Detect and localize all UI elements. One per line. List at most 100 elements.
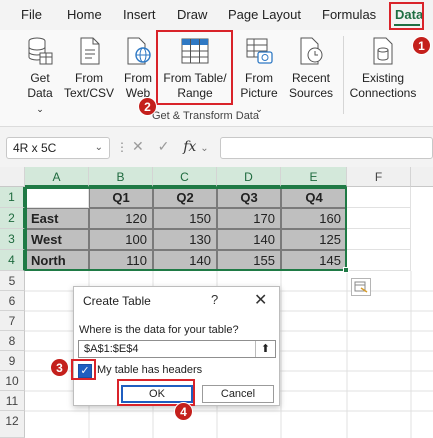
recent-sources-label-2: Sources: [288, 86, 334, 100]
row-header-3[interactable]: 3: [0, 229, 25, 250]
insert-function-icon[interactable]: fx: [183, 139, 196, 155]
select-all-corner[interactable]: [0, 167, 25, 187]
cell-c4[interactable]: 140: [153, 250, 217, 271]
highlight-headers-checkbox: [71, 359, 96, 380]
database-icon: [28, 37, 53, 65]
step-badge-2: 2: [138, 97, 157, 116]
cell-f2[interactable]: [347, 208, 411, 229]
cell-f1[interactable]: [347, 187, 411, 208]
highlight-from-table-range: [156, 30, 233, 105]
name-box-value: 4R x 5C: [13, 141, 57, 155]
connections-icon: [373, 37, 393, 65]
cancel-button[interactable]: Cancel: [202, 385, 274, 403]
ribbon-separator: [343, 36, 344, 114]
column-header-f[interactable]: F: [347, 167, 411, 187]
from-text-csv-button[interactable]: From Text/CSV: [64, 36, 114, 101]
close-icon[interactable]: ✕: [254, 290, 267, 310]
step-badge-1: 1: [412, 36, 431, 55]
web-page-icon: [127, 37, 151, 65]
formula-bar: 4R x 5C ⌄ ⋮ ✕ ✓ fx ⌄: [0, 127, 433, 167]
cell-d2[interactable]: 170: [217, 208, 281, 229]
step-badge-4: 4: [174, 402, 193, 421]
headers-checkbox-label[interactable]: My table has headers: [97, 364, 202, 376]
recent-sources-icon: [300, 37, 323, 65]
column-header-e[interactable]: E: [281, 167, 347, 187]
cell-c2[interactable]: 150: [153, 208, 217, 229]
tab-file[interactable]: File: [21, 7, 42, 22]
text-file-icon: [80, 37, 100, 65]
cell-b1[interactable]: Q1: [89, 187, 153, 208]
dialog-title: Create Table: [83, 294, 151, 308]
cell-a3[interactable]: West: [25, 229, 89, 250]
cell-c1[interactable]: Q2: [153, 187, 217, 208]
collapse-dialog-icon[interactable]: ⬆: [255, 341, 275, 357]
get-data-label-1: Get: [30, 71, 50, 85]
cell-f4[interactable]: [347, 250, 411, 271]
get-data-button[interactable]: Get Data ⌄: [22, 36, 58, 117]
get-data-label-2: Data: [27, 86, 53, 100]
quick-analysis-icon[interactable]: [351, 278, 371, 296]
row-header-1[interactable]: 1: [0, 187, 25, 208]
cell-f3[interactable]: [347, 229, 411, 250]
column-header-g[interactable]: [411, 167, 433, 187]
cell-e1[interactable]: Q4: [281, 187, 347, 208]
cell-a2[interactable]: East: [25, 208, 89, 229]
cell-b3[interactable]: 100: [89, 229, 153, 250]
cell-e4[interactable]: 145: [281, 250, 347, 271]
cell-d1[interactable]: Q3: [217, 187, 281, 208]
tab-draw[interactable]: Draw: [177, 7, 207, 22]
chevron-down-icon: ⌄: [200, 143, 209, 154]
row-header-11[interactable]: 11: [0, 391, 25, 411]
row-header-7[interactable]: 7: [0, 311, 25, 331]
excel-window: File Home Insert Draw Page Layout Formul…: [0, 0, 433, 438]
column-header-d[interactable]: D: [217, 167, 281, 187]
column-header-a[interactable]: A: [25, 167, 89, 187]
existing-connections-label-2: Connections: [349, 86, 417, 100]
tab-page-layout[interactable]: Page Layout: [228, 7, 301, 22]
group-label-get-transform: Get & Transform Data: [152, 110, 259, 122]
column-header-c[interactable]: C: [153, 167, 217, 187]
chevron-down-icon: ⌄: [36, 104, 44, 114]
row-header-6[interactable]: 6: [0, 291, 25, 311]
cell-d3[interactable]: 140: [217, 229, 281, 250]
cell-b2[interactable]: 120: [89, 208, 153, 229]
tab-home[interactable]: Home: [67, 7, 102, 22]
row-header-4[interactable]: 4: [0, 250, 25, 271]
cell-d4[interactable]: 155: [217, 250, 281, 271]
range-input-value: $A$1:$E$4: [84, 343, 139, 355]
cell-b4[interactable]: 110: [89, 250, 153, 271]
tab-formulas[interactable]: Formulas: [322, 7, 376, 22]
enter-icon[interactable]: ✓: [158, 138, 170, 154]
from-web-button[interactable]: From Web: [120, 36, 156, 101]
cell-a4[interactable]: North: [25, 250, 89, 271]
tab-insert[interactable]: Insert: [123, 7, 156, 22]
help-icon[interactable]: ?: [211, 292, 218, 307]
cell-e2[interactable]: 160: [281, 208, 347, 229]
existing-connections-button[interactable]: Existing Connections: [348, 36, 418, 101]
recent-sources-label-1: Recent: [291, 71, 331, 85]
cell-e3[interactable]: 125: [281, 229, 347, 250]
column-header-b[interactable]: B: [89, 167, 153, 187]
row-header-12[interactable]: 12: [0, 411, 25, 438]
step-badge-3: 3: [50, 358, 69, 377]
row-header-8[interactable]: 8: [0, 331, 25, 351]
formula-controls: ✕ ✓ fx ⌄: [132, 138, 209, 155]
row-header-9[interactable]: 9: [0, 351, 25, 371]
quick-analysis-glyph: [354, 281, 368, 293]
ribbon-tabs: File Home Insert Draw Page Layout Formul…: [0, 0, 433, 30]
cancel-icon[interactable]: ✕: [132, 138, 144, 154]
row-header-10[interactable]: 10: [0, 371, 25, 391]
formula-input[interactable]: [220, 137, 433, 159]
from-picture-button[interactable]: From Picture ⌄: [236, 36, 282, 117]
row-header-5[interactable]: 5: [0, 271, 25, 291]
cell-a1[interactable]: [25, 187, 89, 208]
name-box[interactable]: 4R x 5C ⌄: [6, 137, 110, 159]
from-text-label-2: Text/CSV: [64, 86, 115, 100]
row-header-2[interactable]: 2: [0, 208, 25, 229]
cell-c3[interactable]: 130: [153, 229, 217, 250]
from-text-label-1: From: [75, 71, 103, 85]
recent-sources-button[interactable]: Recent Sources: [286, 36, 336, 101]
range-input[interactable]: $A$1:$E$4 ⬆: [78, 340, 276, 358]
more-options-icon[interactable]: ⋮: [116, 140, 128, 154]
fill-handle[interactable]: [343, 267, 349, 273]
